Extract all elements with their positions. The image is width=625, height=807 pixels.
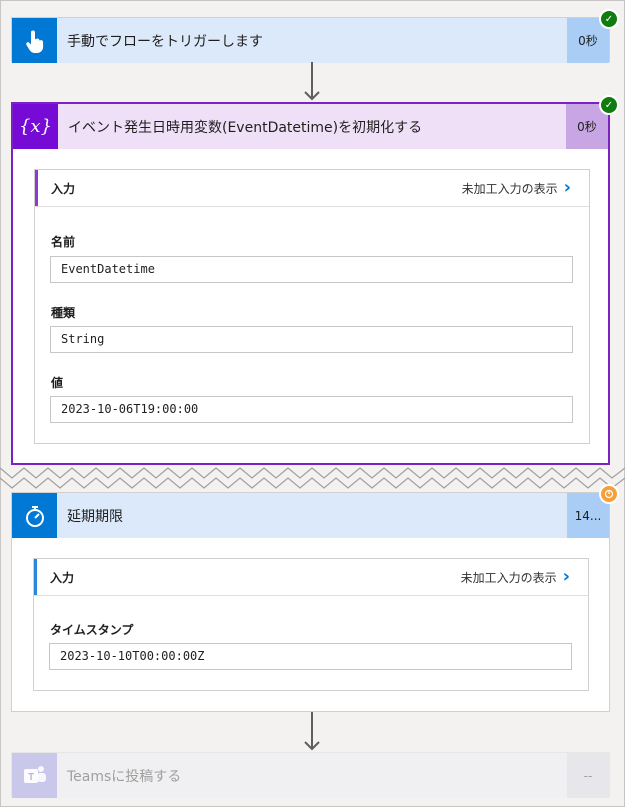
show-raw-inputs-link[interactable]: 未加工入力の表示 [461,569,563,586]
inputs-accent-bar [34,559,37,595]
field-label-type: 種類 [51,306,76,320]
chevron-right-icon[interactable]: › [564,179,589,197]
trigger-step-card[interactable]: 手動でフローをトリガーします 0秒 [11,17,610,63]
connector-arrow [304,712,320,751]
inputs-label: 入力 [50,570,75,585]
init-variable-step-card[interactable]: {𝑥} イベント発生日時用変数(EventDatetime)を初期化する 0秒 … [11,102,610,465]
inputs-header: 入力 未加工入力の表示 › [34,559,588,596]
teams-post-step-title: Teamsに投稿する [67,768,182,785]
teams-post-step-header[interactable]: T Teamsに投稿する -- [12,753,609,798]
variable-icon: {𝑥} [13,104,58,149]
inputs-accent-bar [35,170,38,206]
stopwatch-icon [12,493,57,538]
collapsed-section-separator [0,467,625,489]
inputs-label: 入力 [51,181,76,196]
running-clock-icon [599,484,619,504]
teams-icon: T [12,753,57,798]
show-raw-inputs-link[interactable]: 未加工入力の表示 [462,180,564,197]
teams-post-step-card[interactable]: T Teamsに投稿する -- [11,752,610,798]
field-label-value: 値 [51,376,64,390]
init-variable-step-title: イベント発生日時用変数(EventDatetime)を初期化する [68,119,423,136]
touch-icon [12,18,57,63]
field-label-timestamp: タイムスタンプ [50,623,134,637]
field-value-timestamp: 2023-10-10T00:00:00Z [49,643,572,670]
delay-until-step-header[interactable]: 延期期限 14... [12,493,609,538]
success-check-icon: ✓ [599,9,619,29]
trigger-step-header[interactable]: 手動でフローをトリガーします 0秒 [12,18,609,63]
delay-until-step-card[interactable]: 延期期限 14... 入力 未加工入力の表示 › タイムスタンプ 2023-10… [11,492,610,712]
field-label-name: 名前 [51,235,76,249]
chevron-right-icon[interactable]: › [563,568,588,586]
trigger-step-title: 手動でフローをトリガーします [67,33,263,50]
inputs-panel: 入力 未加工入力の表示 › タイムスタンプ 2023-10-10T00:00:0… [33,558,589,691]
inputs-panel: 入力 未加工入力の表示 › 名前 EventDatetime 種類 String… [34,169,590,444]
delay-until-step-title: 延期期限 [67,508,123,525]
field-value-type: String [50,326,573,353]
svg-text:T: T [27,772,33,783]
inputs-header: 入力 未加工入力の表示 › [35,170,589,207]
connector-arrow [304,62,320,101]
success-check-icon: ✓ [599,95,619,115]
init-variable-step-header[interactable]: {𝑥} イベント発生日時用変数(EventDatetime)を初期化する 0秒 [13,104,608,149]
field-value-value: 2023-10-06T19:00:00 [50,396,573,423]
teams-post-step-duration: -- [567,753,609,798]
field-value-name: EventDatetime [50,256,573,283]
